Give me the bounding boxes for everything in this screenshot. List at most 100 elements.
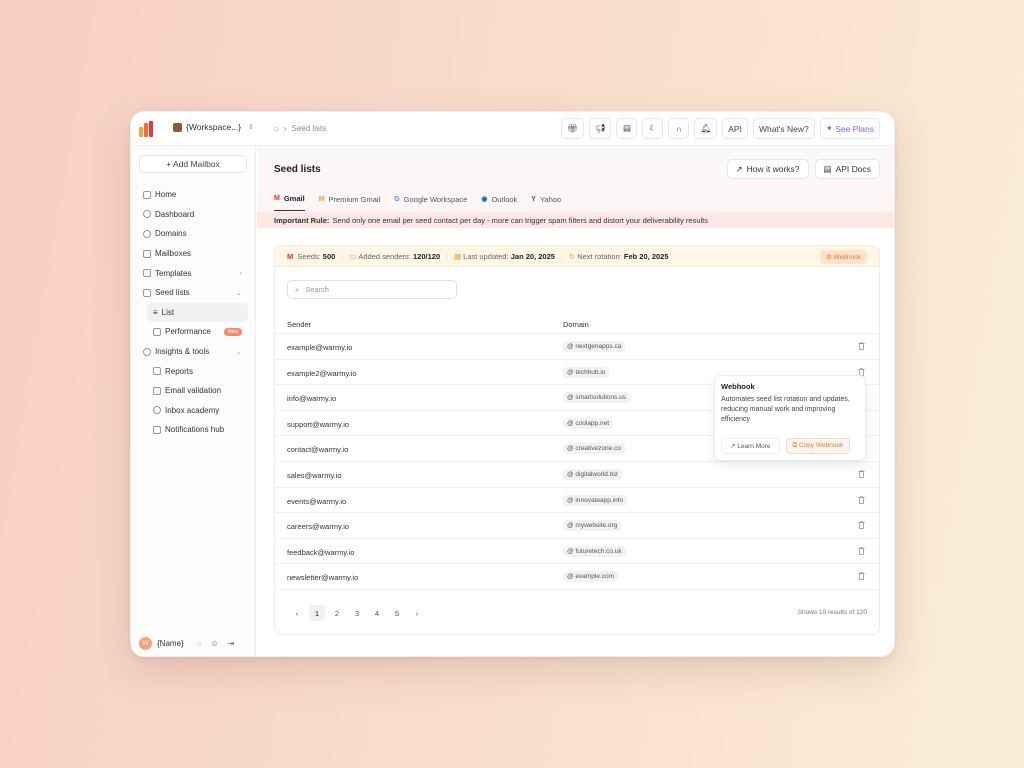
- logout-icon[interactable]: ⇥: [228, 639, 235, 648]
- page-1-button[interactable]: 1: [309, 605, 325, 621]
- sidebar-item-mailboxes[interactable]: Mailboxes: [131, 244, 256, 264]
- page-4-button[interactable]: 4: [369, 605, 385, 621]
- whats-new-button[interactable]: What's New?: [752, 118, 815, 139]
- sidebar-item-reports[interactable]: Reports: [131, 361, 256, 381]
- avatar[interactable]: W: [139, 637, 152, 650]
- chevron-down-icon: ⌄: [236, 348, 242, 356]
- domain-name: techhub.io: [575, 368, 606, 376]
- domain-chip: @ innovateapp.info: [563, 494, 628, 506]
- page-5-button[interactable]: 5: [389, 605, 405, 621]
- table-row[interactable]: events@warmy.io @ innovateapp.info: [275, 488, 879, 514]
- domain-chip: @ futuretech.co.uk: [563, 545, 626, 557]
- trash-icon[interactable]: [858, 470, 865, 478]
- stat-value: 120/120: [413, 251, 441, 261]
- see-plans-button[interactable]: ✦ See Plans: [819, 118, 880, 139]
- table-row[interactable]: example@warmy.io @ nextgenapps.ca: [275, 334, 879, 360]
- sidebar-item-seed-lists[interactable]: Seed lists ⌄: [131, 283, 256, 303]
- sidebar-item-dashboard[interactable]: Dashboard: [131, 205, 256, 225]
- gift-button[interactable]: 🎁︎: [560, 118, 584, 139]
- webhook-button[interactable]: ⚙ Webhook: [820, 250, 867, 264]
- yahoo-icon: Y: [531, 195, 536, 203]
- tab-label: Google Workspace: [403, 194, 468, 204]
- header-actions: ↗ How it works? ▤ API Docs: [726, 159, 880, 179]
- sidebar-item-label: Inbox academy: [165, 405, 220, 415]
- tab-outlook[interactable]: ◉ Outlook: [481, 194, 517, 211]
- trash-icon[interactable]: [858, 495, 865, 504]
- table-header: Sender Domain: [275, 314, 879, 334]
- sender-email: careers@warmy.io: [287, 522, 350, 532]
- sidebar-item-performance[interactable]: Performance New: [131, 322, 256, 342]
- sender-email: sales@warmy.io: [287, 470, 342, 480]
- arrow-up-right-icon: ↗: [735, 163, 743, 174]
- table-row[interactable]: careers@warmy.io @ mywebsite.org: [275, 513, 879, 539]
- stat-value: Feb 20, 2025: [623, 251, 669, 261]
- tab-label: Yahoo: [539, 194, 562, 204]
- support-button[interactable]: ∩: [668, 118, 690, 139]
- table-row[interactable]: sales@warmy.io @ digitalworld.biz: [275, 462, 879, 488]
- page-3-button[interactable]: 3: [349, 605, 365, 621]
- tab-label: Gmail: [283, 194, 305, 203]
- how-it-works-button[interactable]: ↗ How it works?: [726, 159, 809, 179]
- sidebar-item-inbox-academy[interactable]: Inbox academy: [131, 401, 256, 421]
- new-badge: New: [223, 327, 242, 336]
- sidebar-item-email-validation[interactable]: Email validation: [131, 381, 256, 401]
- sidebar-item-home[interactable]: Home: [131, 185, 256, 205]
- add-mailbox-button[interactable]: + Add Mailbox: [139, 155, 247, 173]
- table-row[interactable]: newsletter@warmy.io @ example.com: [275, 564, 879, 590]
- trash-icon[interactable]: [858, 572, 865, 581]
- workspace-switcher[interactable]: {Workspace...} ⇕: [173, 122, 254, 132]
- sidebar-item-label: Performance: [165, 327, 211, 337]
- sender-email: feedback@warmy.io: [287, 547, 355, 557]
- tab-yahoo[interactable]: Y Yahoo: [531, 194, 561, 211]
- theme-button[interactable]: ☾: [642, 118, 664, 139]
- chat-icon[interactable]: ◌: [197, 639, 202, 648]
- trash-icon[interactable]: [858, 342, 865, 350]
- sidebar-item-insights[interactable]: Insights & tools ⌄: [131, 342, 256, 362]
- page-2-button[interactable]: 2: [329, 605, 345, 621]
- sidebar-item-label: Templates: [155, 268, 192, 278]
- app-logo[interactable]: [139, 121, 155, 137]
- api-button[interactable]: API: [722, 118, 748, 139]
- docs-button[interactable]: ▤: [616, 118, 638, 139]
- user-name: {Name}: [157, 639, 184, 648]
- rule-text: Send only one email per seed contact per…: [332, 215, 709, 225]
- sidebar-item-list[interactable]: ≡ List: [147, 302, 248, 323]
- column-header-sender[interactable]: Sender: [287, 320, 311, 329]
- tab-google-workspace[interactable]: G Google Workspace: [394, 194, 467, 211]
- home-icon[interactable]: ⌂: [274, 124, 279, 133]
- webhook-label: Webhook: [833, 254, 861, 261]
- sender-email: newsletter@warmy.io: [287, 573, 359, 583]
- user-footer: W {Name} ◌ ☺ ⇥: [139, 637, 234, 650]
- user-icon[interactable]: ☺: [210, 639, 218, 648]
- api-docs-button[interactable]: ▤ API Docs: [814, 159, 880, 179]
- calendar-icon: ▦: [454, 251, 462, 261]
- sender-email: example@warmy.io: [287, 343, 353, 352]
- notifications-button[interactable]: 🔔︎: [694, 118, 718, 139]
- learn-more-button[interactable]: ↗ Learn More: [721, 438, 780, 454]
- tab-label: Premium Gmail: [328, 194, 381, 204]
- column-header-domain[interactable]: Domain: [563, 320, 589, 329]
- divider: |: [446, 251, 449, 261]
- next-page-button[interactable]: ›: [409, 605, 425, 621]
- prev-page-button[interactable]: ‹: [289, 605, 305, 621]
- sender-email: info@warmy.io: [287, 394, 337, 404]
- trash-icon[interactable]: [858, 547, 865, 555]
- sidebar-item-domains[interactable]: Domains: [131, 224, 256, 244]
- academy-icon: [153, 406, 161, 415]
- domain-name: smartsolutions.us: [575, 394, 626, 402]
- trash-icon[interactable]: [858, 521, 865, 530]
- globe-icon: [143, 229, 151, 238]
- announce-button[interactable]: 📢︎: [588, 118, 612, 139]
- tab-premium-gmail[interactable]: M Premium Gmail: [319, 194, 381, 211]
- sidebar-item-notifications-hub[interactable]: Notifications hub: [131, 420, 256, 440]
- tab-gmail[interactable]: M Gmail: [274, 194, 305, 211]
- divider: |: [560, 251, 563, 261]
- search-input[interactable]: ⌕ Search: [287, 280, 457, 299]
- table-row[interactable]: feedback@warmy.io @ futuretech.co.uk: [275, 539, 879, 565]
- copy-webhook-button[interactable]: ⧉ Copy Webhook: [785, 438, 851, 454]
- sidebar-item-templates[interactable]: Templates ›: [131, 263, 256, 283]
- stat-value: Jan 20, 2025: [510, 251, 555, 261]
- domain-name: example.com: [575, 573, 615, 581]
- chevron-down-icon: ⌄: [236, 289, 242, 297]
- copy-webhook-label: Copy Webhook: [798, 442, 844, 449]
